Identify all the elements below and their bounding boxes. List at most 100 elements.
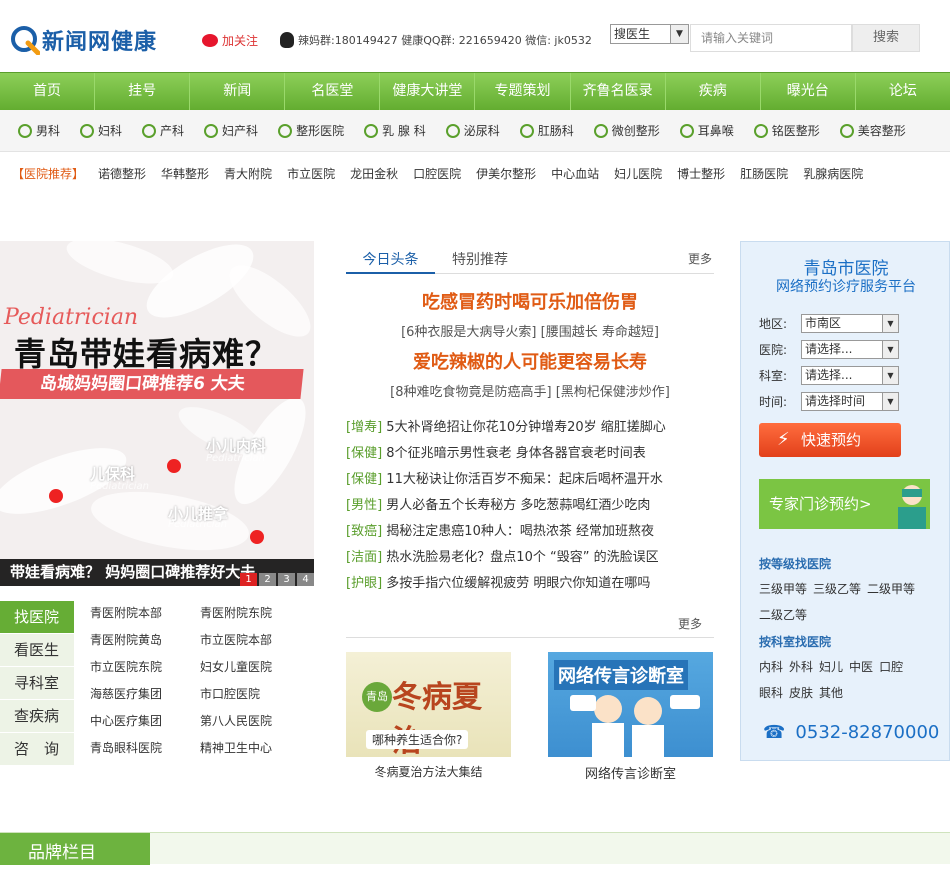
dept-link[interactable]: 口腔	[879, 660, 903, 674]
dept-link[interactable]: 妇儿	[819, 660, 843, 674]
recommend-link[interactable]: 龙田金秋	[350, 165, 398, 182]
level-link[interactable]: 三级乙等	[813, 582, 861, 596]
dept-micro-plastic[interactable]: 微创整形	[593, 122, 660, 139]
dept-ent[interactable]: 耳鼻喉	[679, 122, 734, 139]
dept-gynecology[interactable]: 妇科	[80, 122, 122, 139]
recommend-link[interactable]: 口腔医院	[413, 165, 461, 182]
recommend-link[interactable]: 妇儿医院	[614, 165, 662, 182]
news-item[interactable]: [护眼] 多按手指穴位缓解视疲劳 明眼穴你知道在哪吗	[346, 575, 714, 601]
time-select[interactable]: 请选择时间 ▼	[801, 392, 899, 411]
hospital-link[interactable]: 第八人民医院	[200, 712, 310, 730]
search-type-select[interactable]: 搜医生 ▼	[610, 24, 689, 44]
news-item[interactable]: [保健] 8个征兆暗示男性衰老 身体各器官衰老时间表	[346, 445, 714, 471]
dept-link[interactable]: 外科	[789, 660, 813, 674]
level-link[interactable]: 二级甲等	[867, 582, 915, 596]
news-more-link[interactable]: 更多	[678, 615, 702, 632]
hospital-link[interactable]: 青医附院黄岛	[90, 631, 200, 649]
hospital-link[interactable]: 青医附院东院	[200, 604, 310, 622]
tab-today-headlines[interactable]: 今日头条	[346, 249, 435, 274]
dept-ob-gyn[interactable]: 妇产科	[204, 122, 258, 139]
hospital-link[interactable]: 中心医疗集团	[90, 712, 200, 730]
tab-consult[interactable]: 咨 询	[0, 733, 74, 766]
tab-special-recommend[interactable]: 特别推荐	[452, 249, 508, 269]
banner-dot[interactable]: 1	[240, 573, 257, 586]
dept-urology[interactable]: 泌尿科	[445, 122, 500, 139]
nav-item-diseases[interactable]: 疾病	[666, 73, 761, 110]
headline-link[interactable]: 吃感冒药时喝可乐加倍伤胃	[346, 288, 714, 314]
hospital-link[interactable]: 精神卫生中心	[200, 739, 310, 757]
dept-breast[interactable]: 乳 腺 科	[364, 122, 426, 139]
recommend-link[interactable]: 青大附院	[224, 165, 272, 182]
search-input[interactable]: 请输入关键词	[690, 24, 852, 52]
dept-obstetrics[interactable]: 产科	[142, 122, 184, 139]
search-button[interactable]: 搜索	[852, 24, 920, 52]
dept-proctology[interactable]: 肛肠科	[519, 122, 574, 139]
news-more-link[interactable]: 更多	[688, 250, 712, 267]
dept-cosmetic[interactable]: 美容整形	[839, 122, 906, 139]
nav-item-news[interactable]: 新闻	[190, 73, 286, 110]
nav-item-features[interactable]: 专题策划	[475, 73, 571, 110]
follow-link[interactable]: 加关注	[202, 32, 258, 49]
nav-item-registration[interactable]: 挂号	[95, 73, 191, 110]
hospital-link[interactable]: 青岛眼科医院	[90, 739, 200, 757]
dept-heading: 按科室找医院	[759, 635, 832, 649]
recommend-link[interactable]: 肛肠医院	[740, 165, 788, 182]
recommend-link[interactable]: 市立医院	[287, 165, 335, 182]
headline-sublinks[interactable]: [8种难吃食物竟是防癌高手] [黑枸杞保健涉炒作]	[346, 381, 714, 400]
news-item[interactable]: [增寿] 5大补肾绝招让你花10分钟增寿20岁 缩肛搓脚心	[346, 419, 714, 445]
thumb-caption[interactable]: 冬病夏治方法大集结	[346, 763, 511, 780]
recommend-link[interactable]: 华韩整形	[161, 165, 209, 182]
banner-dot[interactable]: 2	[259, 573, 276, 586]
news-item[interactable]: [男性] 男人必备五个长寿秘方 多吃葱蒜喝红酒少吃肉	[346, 497, 714, 523]
nav-item-doctors[interactable]: 名医堂	[285, 73, 381, 110]
tab-find-disease[interactable]: 查疾病	[0, 700, 74, 733]
hospital-link[interactable]: 海慈医疗集团	[90, 685, 200, 703]
nav-item-home[interactable]: 首页	[0, 73, 96, 110]
expert-appointment-label: 专家门诊预约>	[769, 495, 872, 513]
dept-link[interactable]: 其他	[819, 686, 843, 700]
recommend-link[interactable]: 乳腺病医院	[803, 165, 863, 182]
dept-link[interactable]: 内科	[759, 660, 783, 674]
thumbnail-rumor-clinic[interactable]: 网络传言诊断室	[548, 652, 713, 757]
recommend-link[interactable]: 诺德整形	[98, 165, 146, 182]
recommend-link[interactable]: 伊美尔整形	[476, 165, 536, 182]
hospital-select[interactable]: 请选择... ▼	[801, 340, 899, 359]
nav-item-forum[interactable]: 论坛	[856, 73, 950, 110]
quick-appointment-button[interactable]: ⚡ 快速预约	[759, 423, 901, 457]
site-logo[interactable]: 新闻网健康	[10, 24, 157, 56]
dept-link[interactable]: 眼科	[759, 686, 783, 700]
headline-sublinks[interactable]: [6种衣服是大病导火索] [腰围越长 寿命越短]	[346, 321, 714, 340]
hospital-link[interactable]: 市立医院本部	[200, 631, 310, 649]
nav-item-lectures[interactable]: 健康大讲堂	[380, 73, 476, 110]
banner-dot[interactable]: 4	[297, 573, 314, 586]
area-select[interactable]: 市南区 ▼	[801, 314, 899, 333]
thumb-caption[interactable]: 网络传言诊断室	[548, 763, 713, 782]
dept-link[interactable]: 皮肤	[789, 686, 813, 700]
level-link[interactable]: 三级甲等	[759, 582, 807, 596]
recommend-link[interactable]: 博士整形	[677, 165, 725, 182]
hospital-link[interactable]: 市口腔医院	[200, 685, 310, 703]
expert-appointment-button[interactable]: 专家门诊预约>	[759, 479, 930, 529]
tab-find-doctor[interactable]: 看医生	[0, 634, 74, 667]
nav-item-exposure[interactable]: 曝光台	[761, 73, 856, 110]
news-item[interactable]: [保健] 11大秘诀让你活百岁不痴呆：起床后喝杯温开水	[346, 471, 714, 497]
news-item[interactable]: [洁面] 热水洗脸易老化？盘点10个 “毁容” 的洗脸误区	[346, 549, 714, 575]
dept-link[interactable]: 中医	[849, 660, 873, 674]
recommend-link[interactable]: 中心血站	[551, 165, 599, 182]
feature-banner[interactable]: Pediatrician 青岛带娃看病难？ 岛城妈妈圈口碑推荐6 大夫 儿保科 …	[0, 241, 314, 586]
news-item[interactable]: [致癌] 揭秘注定患癌10种人：喝热浓茶 经常加班熬夜	[346, 523, 714, 549]
dept-andrology[interactable]: 男科	[18, 122, 60, 139]
dept-plastic-surgery[interactable]: 整形医院	[278, 122, 344, 139]
headline-link[interactable]: 爱吃辣椒的人可能更容易长寿	[346, 348, 714, 374]
hospital-link[interactable]: 市立医院东院	[90, 658, 200, 676]
dept-mingyi-plastic[interactable]: 铭医整形	[753, 122, 820, 139]
hospital-link[interactable]: 妇女儿童医院	[200, 658, 310, 676]
nav-item-famous-doctors[interactable]: 齐鲁名医录	[571, 73, 666, 110]
hospital-link[interactable]: 青医附院本部	[90, 604, 200, 622]
level-link[interactable]: 二级乙等	[759, 608, 807, 622]
department-select[interactable]: 请选择... ▼	[801, 366, 899, 385]
tab-find-hospital[interactable]: 找医院	[0, 601, 74, 634]
tab-find-department[interactable]: 寻科室	[0, 667, 74, 700]
thumbnail-winter-summer[interactable]: 青岛 冬病夏治 哪种养生适合你?	[346, 652, 511, 759]
banner-dot[interactable]: 3	[278, 573, 295, 586]
